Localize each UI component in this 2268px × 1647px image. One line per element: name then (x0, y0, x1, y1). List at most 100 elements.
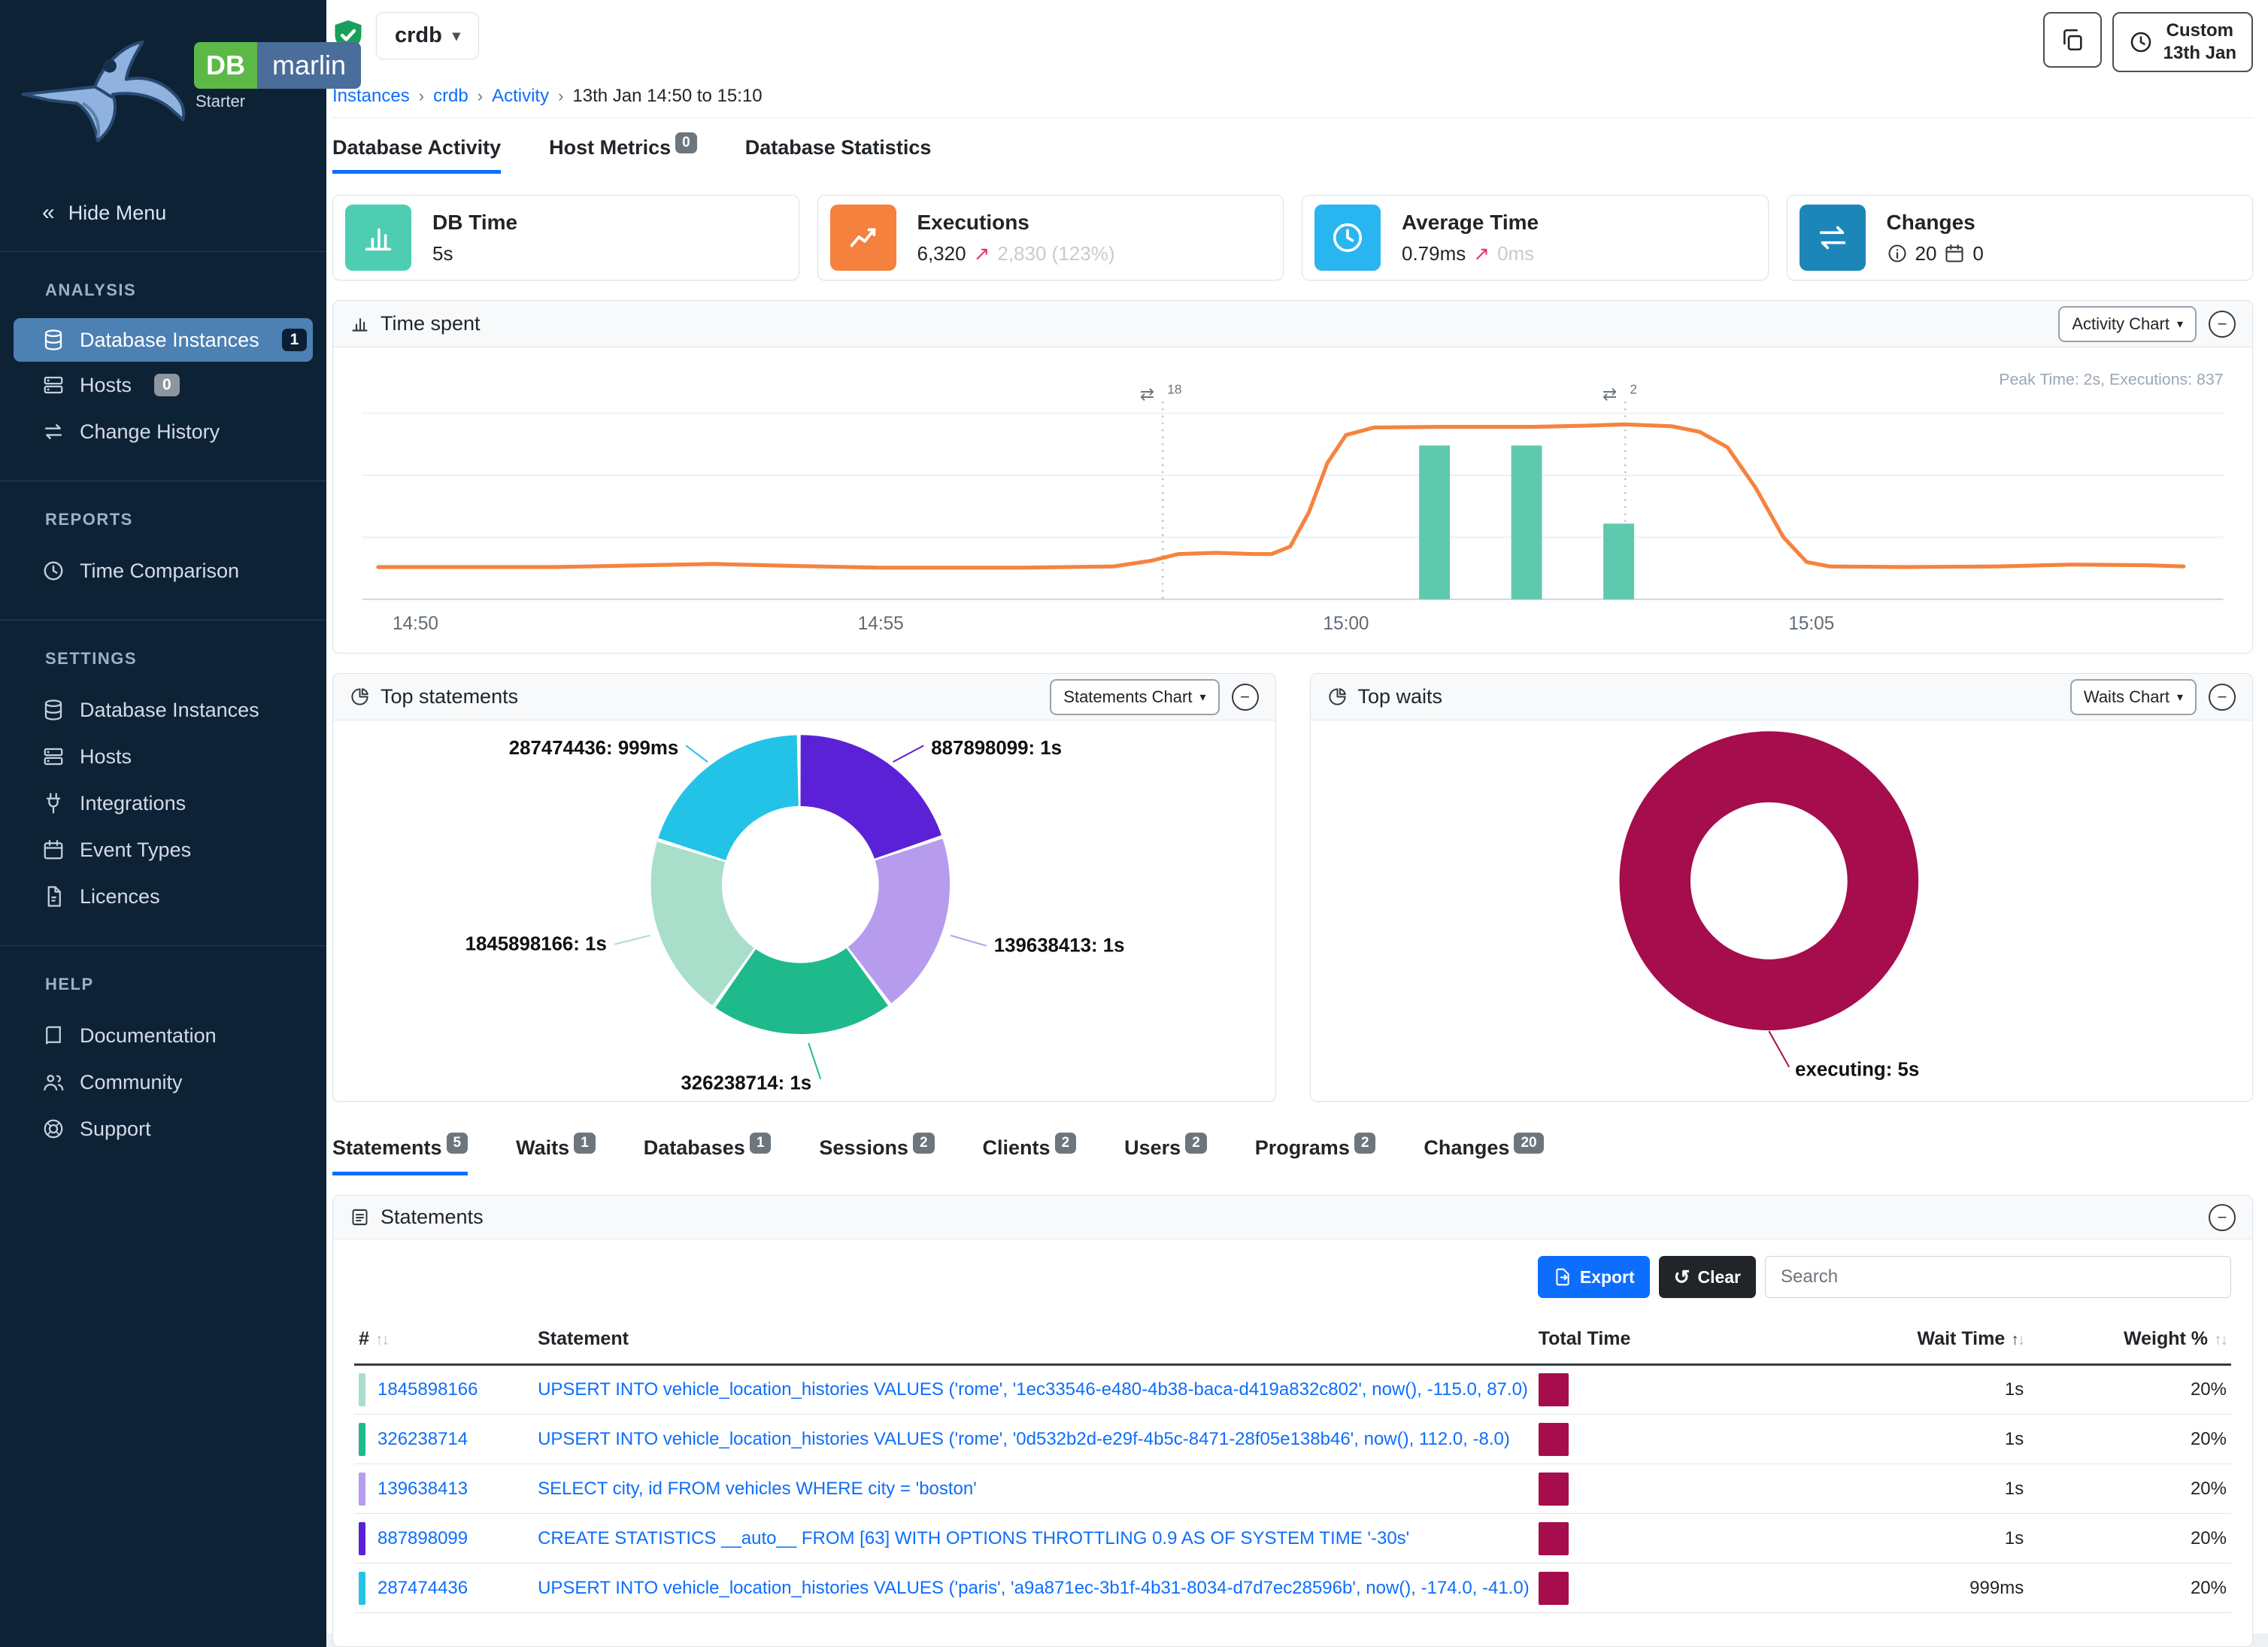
swap-arrows-icon (42, 420, 65, 443)
sidebar-item-hosts[interactable]: Hosts 0 (0, 362, 326, 408)
statement-id-link[interactable]: 887898099 (377, 1528, 468, 1549)
col-statement[interactable]: Statement (533, 1316, 1534, 1365)
sidebar-item-support[interactable]: Support (0, 1106, 326, 1152)
bar-chart-icon (345, 205, 411, 271)
sidebar-item-integrations[interactable]: Integrations (0, 780, 326, 827)
statement-sql-link[interactable]: SELECT city, id FROM vehicles WHERE city… (538, 1479, 977, 1499)
svg-text:executing: 5s: executing: 5s (1795, 1060, 1919, 1081)
col-num[interactable]: #↑↓ (354, 1316, 533, 1365)
section-title: SETTINGS (0, 649, 326, 669)
time-range-button[interactable]: Custom 13th Jan (2112, 12, 2253, 72)
top-waits-panel: Top waits Waits Chart▾ − executing: 5s (1310, 673, 2254, 1102)
tab-waits[interactable]: Waits1 (516, 1136, 596, 1175)
tab-sessions[interactable]: Sessions2 (819, 1136, 934, 1175)
undo-icon: ↺ (1674, 1266, 1690, 1289)
sidebar-item-community[interactable]: Community (0, 1059, 326, 1106)
col-wait-time[interactable]: Wait Time↑↓ (1747, 1316, 2029, 1365)
collapse-icon[interactable]: − (2209, 684, 2236, 711)
sidebar-item-time-comparison[interactable]: Time Comparison (0, 547, 326, 594)
bar-chart-icon (350, 314, 370, 334)
instance-selector[interactable]: crdb ▾ (376, 12, 479, 59)
waits-chart-dropdown[interactable]: Waits Chart▾ (2070, 679, 2197, 715)
list-icon (350, 1207, 370, 1227)
statement-id-link[interactable]: 287474436 (377, 1578, 468, 1599)
tab-users[interactable]: Users2 (1124, 1136, 1207, 1175)
sidebar-item-change-history[interactable]: Change History (0, 408, 326, 455)
section-title: HELP (0, 975, 326, 994)
statement-sql-link[interactable]: UPSERT INTO vehicle_location_histories V… (538, 1429, 1510, 1449)
tab-host-metrics[interactable]: Host Metrics0 (549, 136, 697, 174)
statement-id-link[interactable]: 326238714 (377, 1429, 468, 1450)
sidebar-item-settings-database-instances[interactable]: Database Instances (0, 687, 326, 733)
tab-programs[interactable]: Programs2 (1255, 1136, 1376, 1175)
database-icon (42, 699, 65, 721)
statement-id-link[interactable]: 1845898166 (377, 1379, 478, 1400)
copy-icon (2060, 27, 2085, 53)
sidebar-section-settings: SETTINGS Database Instances Hosts Integr… (0, 620, 326, 946)
sidebar-item-database-instances[interactable]: Database Instances 1 (14, 318, 313, 362)
export-button[interactable]: Export (1538, 1256, 1650, 1298)
plug-icon (42, 792, 65, 814)
breadcrumb-activity[interactable]: Activity (492, 86, 549, 107)
time-spent-header: Time spent Activity Chart▾ − (333, 301, 2252, 347)
sidebar-section-reports: REPORTS Time Comparison (0, 481, 326, 620)
brand-edition: Starter (196, 92, 245, 111)
statement-id-link[interactable]: 139638413 (377, 1479, 468, 1500)
sidebar: DB marlin Starter « Hide Menu ANALYSIS D… (0, 0, 326, 1647)
hide-menu-button[interactable]: « Hide Menu (0, 180, 326, 252)
book-icon (42, 1024, 65, 1047)
collapse-icon[interactable]: − (2209, 1204, 2236, 1231)
wait-time-value: 1s (1747, 1365, 2029, 1415)
tab-statements[interactable]: Statements5 (332, 1136, 468, 1175)
statements-chart-dropdown[interactable]: Statements Chart▾ (1050, 679, 1219, 715)
up-arrow-icon: ↗ (1473, 242, 1490, 265)
total-time-bar (1539, 1473, 1569, 1506)
sidebar-item-documentation[interactable]: Documentation (0, 1012, 326, 1059)
sidebar-item-event-types[interactable]: Event Types (0, 827, 326, 873)
tab-clients[interactable]: Clients2 (983, 1136, 1077, 1175)
col-total-time[interactable]: Total Time (1534, 1316, 1747, 1365)
main-tabs: Database Activity Host Metrics0 Database… (332, 136, 2253, 174)
breadcrumb-time-range: 13th Jan 14:50 to 15:10 (572, 86, 762, 107)
svg-text:18: 18 (1167, 382, 1181, 397)
topbar: crdb ▾ Custom 13th Jan Instances › (332, 0, 2253, 118)
top-statements-panel: Top statements Statements Chart▾ − 88789… (332, 673, 1276, 1102)
svg-text:1845898166: 1s: 1845898166: 1s (465, 934, 607, 955)
chevron-down-icon: ▾ (453, 26, 460, 45)
logo-block[interactable]: DB marlin Starter (0, 0, 326, 180)
statement-color-chip (359, 1522, 365, 1555)
table-row: 287474436 UPSERT INTO vehicle_location_h… (354, 1564, 2231, 1613)
tab-databases[interactable]: Databases1 (644, 1136, 772, 1175)
sidebar-item-licences[interactable]: Licences (0, 873, 326, 920)
wait-time-value: 999ms (1747, 1564, 2029, 1613)
statement-sql-link[interactable]: CREATE STATISTICS __auto__ FROM [63] WIT… (538, 1528, 1409, 1548)
col-weight[interactable]: Weight %↑↓ (2028, 1316, 2231, 1365)
server-icon (42, 374, 65, 396)
breadcrumb-crdb[interactable]: crdb (433, 86, 468, 107)
collapse-icon[interactable]: − (2209, 311, 2236, 338)
card-executions: Executions 6,320 ↗ 2,830 (123%) (817, 195, 1284, 281)
tab-database-activity[interactable]: Database Activity (332, 136, 501, 174)
svg-text:15:05: 15:05 (1788, 614, 1834, 634)
activity-chart-dropdown[interactable]: Activity Chart▾ (2058, 306, 2197, 342)
activity-line-chart: 14:5014:5515:0015:05Peak Time: 2s, Execu… (339, 350, 2246, 653)
calendar-icon (1944, 243, 1965, 264)
main-content: crdb ▾ Custom 13th Jan Instances › (326, 0, 2268, 1633)
tab-database-statistics[interactable]: Database Statistics (745, 136, 932, 174)
tab-changes[interactable]: Changes20 (1424, 1136, 1543, 1175)
export-file-icon (1553, 1267, 1572, 1287)
statement-sql-link[interactable]: UPSERT INTO vehicle_location_histories V… (538, 1578, 1530, 1598)
card-changes: Changes 20 0 (1787, 195, 2254, 281)
clear-button[interactable]: ↺ Clear (1659, 1256, 1756, 1298)
info-icon (1887, 243, 1908, 264)
top-statements-chart: 887898099: 1s139638413: 1s326238714: 1s1… (333, 720, 1275, 1101)
statement-color-chip (359, 1473, 365, 1506)
collapse-icon[interactable]: − (1232, 684, 1259, 711)
copy-link-button[interactable] (2043, 12, 2102, 68)
total-time-bar (1539, 1423, 1569, 1456)
breadcrumb-instances[interactable]: Instances (332, 86, 410, 107)
search-input[interactable] (1765, 1256, 2231, 1298)
sidebar-item-settings-hosts[interactable]: Hosts (0, 733, 326, 780)
statement-sql-link[interactable]: UPSERT INTO vehicle_location_histories V… (538, 1379, 1528, 1400)
svg-text:Peak Time: 2s, Executions: 837: Peak Time: 2s, Executions: 837 (1999, 370, 2223, 388)
